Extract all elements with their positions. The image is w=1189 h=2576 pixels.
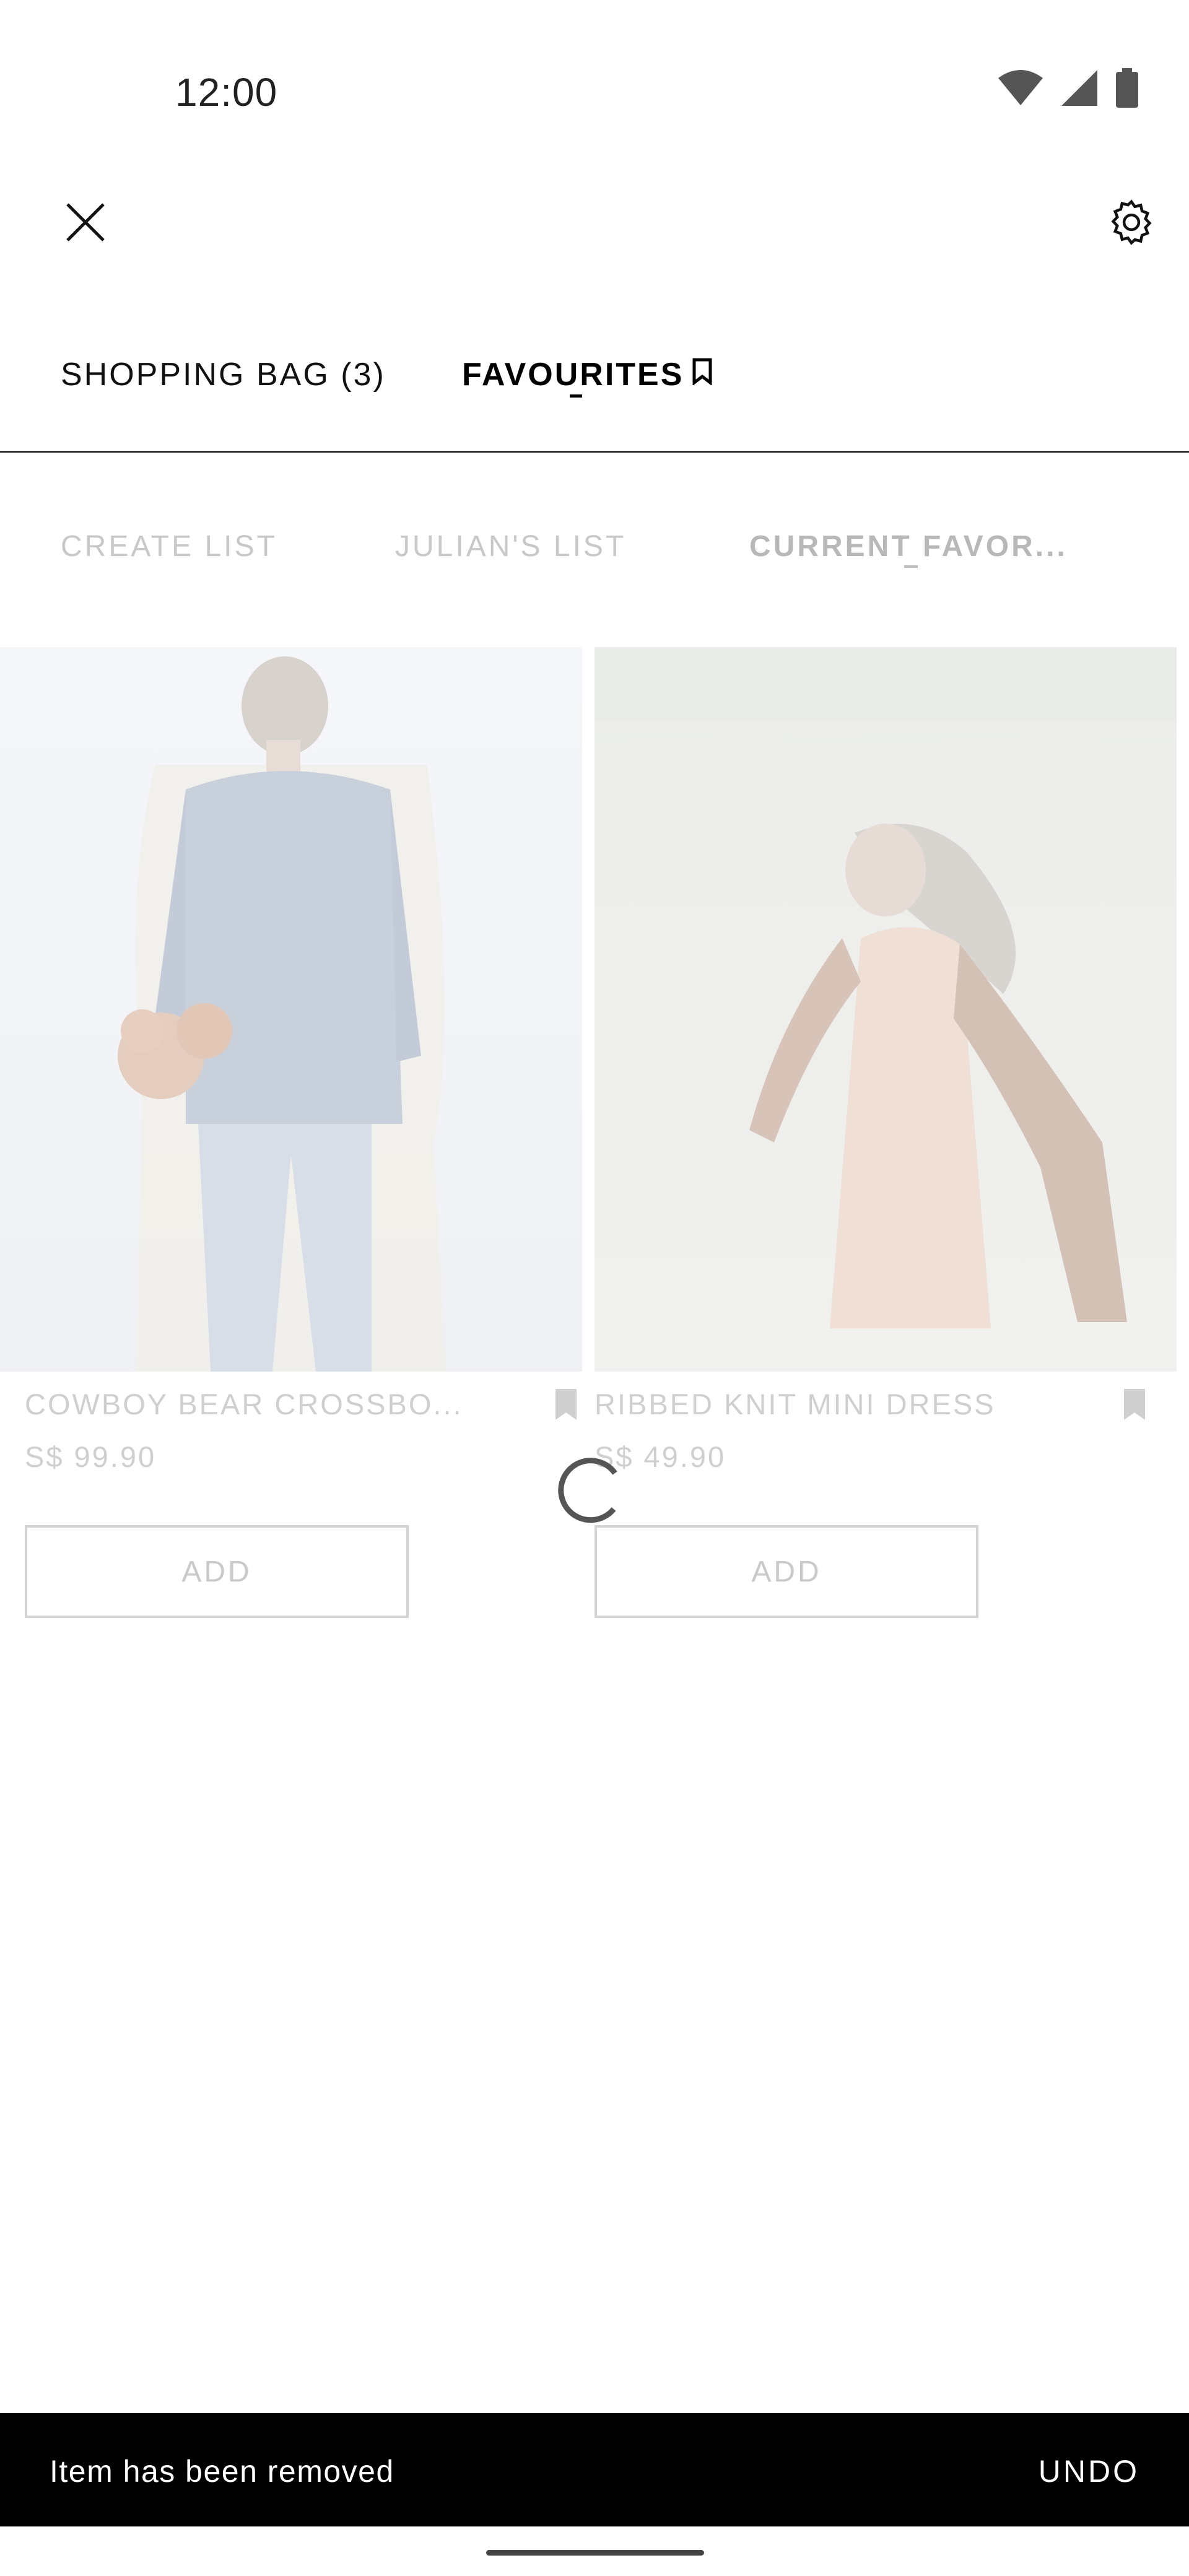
- battery-icon: [1115, 68, 1139, 111]
- bookmark-filled-icon[interactable]: [1124, 1389, 1145, 1420]
- tab-favourites-label: FAVOURITES: [462, 357, 684, 393]
- add-button[interactable]: ADD: [25, 1525, 409, 1618]
- bookmark-filled-icon[interactable]: [555, 1389, 577, 1420]
- product-card[interactable]: COWBOY BEAR CROSSBO... S$ 99.90 ADD: [0, 647, 582, 1618]
- settings-button[interactable]: [1105, 197, 1158, 250]
- loading-spinner-icon: [554, 1452, 629, 1526]
- cursor-underline: [904, 565, 918, 568]
- product-card[interactable]: RIBBED KNIT MINI DRESS S$ 49.90 ADD: [594, 647, 1177, 1618]
- product-name[interactable]: RIBBED KNIT MINI DRESS: [594, 1387, 996, 1421]
- undo-button[interactable]: UNDO: [1039, 2453, 1139, 2489]
- add-button[interactable]: ADD: [594, 1525, 978, 1618]
- list-tab-current-favorites[interactable]: CURRENT FAVOR...: [749, 529, 1068, 564]
- close-button[interactable]: [59, 197, 112, 250]
- tab-shopping-bag[interactable]: SHOPPING BAG (3): [61, 356, 386, 393]
- product-price: S$ 99.90: [25, 1440, 157, 1473]
- tabs-divider: [0, 451, 1189, 453]
- cursor-underline: [570, 394, 582, 398]
- product-image[interactable]: [0, 647, 582, 1372]
- bookmark-outline-icon: [692, 356, 712, 393]
- snackbar-message: Item has been removed: [50, 2454, 394, 2489]
- product-name[interactable]: COWBOY BEAR CROSSBO...: [25, 1387, 463, 1421]
- status-time: 12:00: [175, 70, 278, 115]
- gesture-bar[interactable]: [486, 2550, 704, 2556]
- list-tab-create-list[interactable]: CREATE LIST: [61, 529, 277, 564]
- tab-favourites[interactable]: FAVOURITES: [462, 356, 712, 393]
- product-image[interactable]: [594, 647, 1177, 1372]
- status-icons: [997, 68, 1139, 111]
- list-tab-julians-list[interactable]: JULIAN'S LIST: [395, 529, 626, 564]
- close-icon: [64, 201, 107, 247]
- gear-icon: [1105, 196, 1157, 251]
- signal-icon: [1060, 69, 1099, 110]
- wifi-icon: [997, 69, 1044, 110]
